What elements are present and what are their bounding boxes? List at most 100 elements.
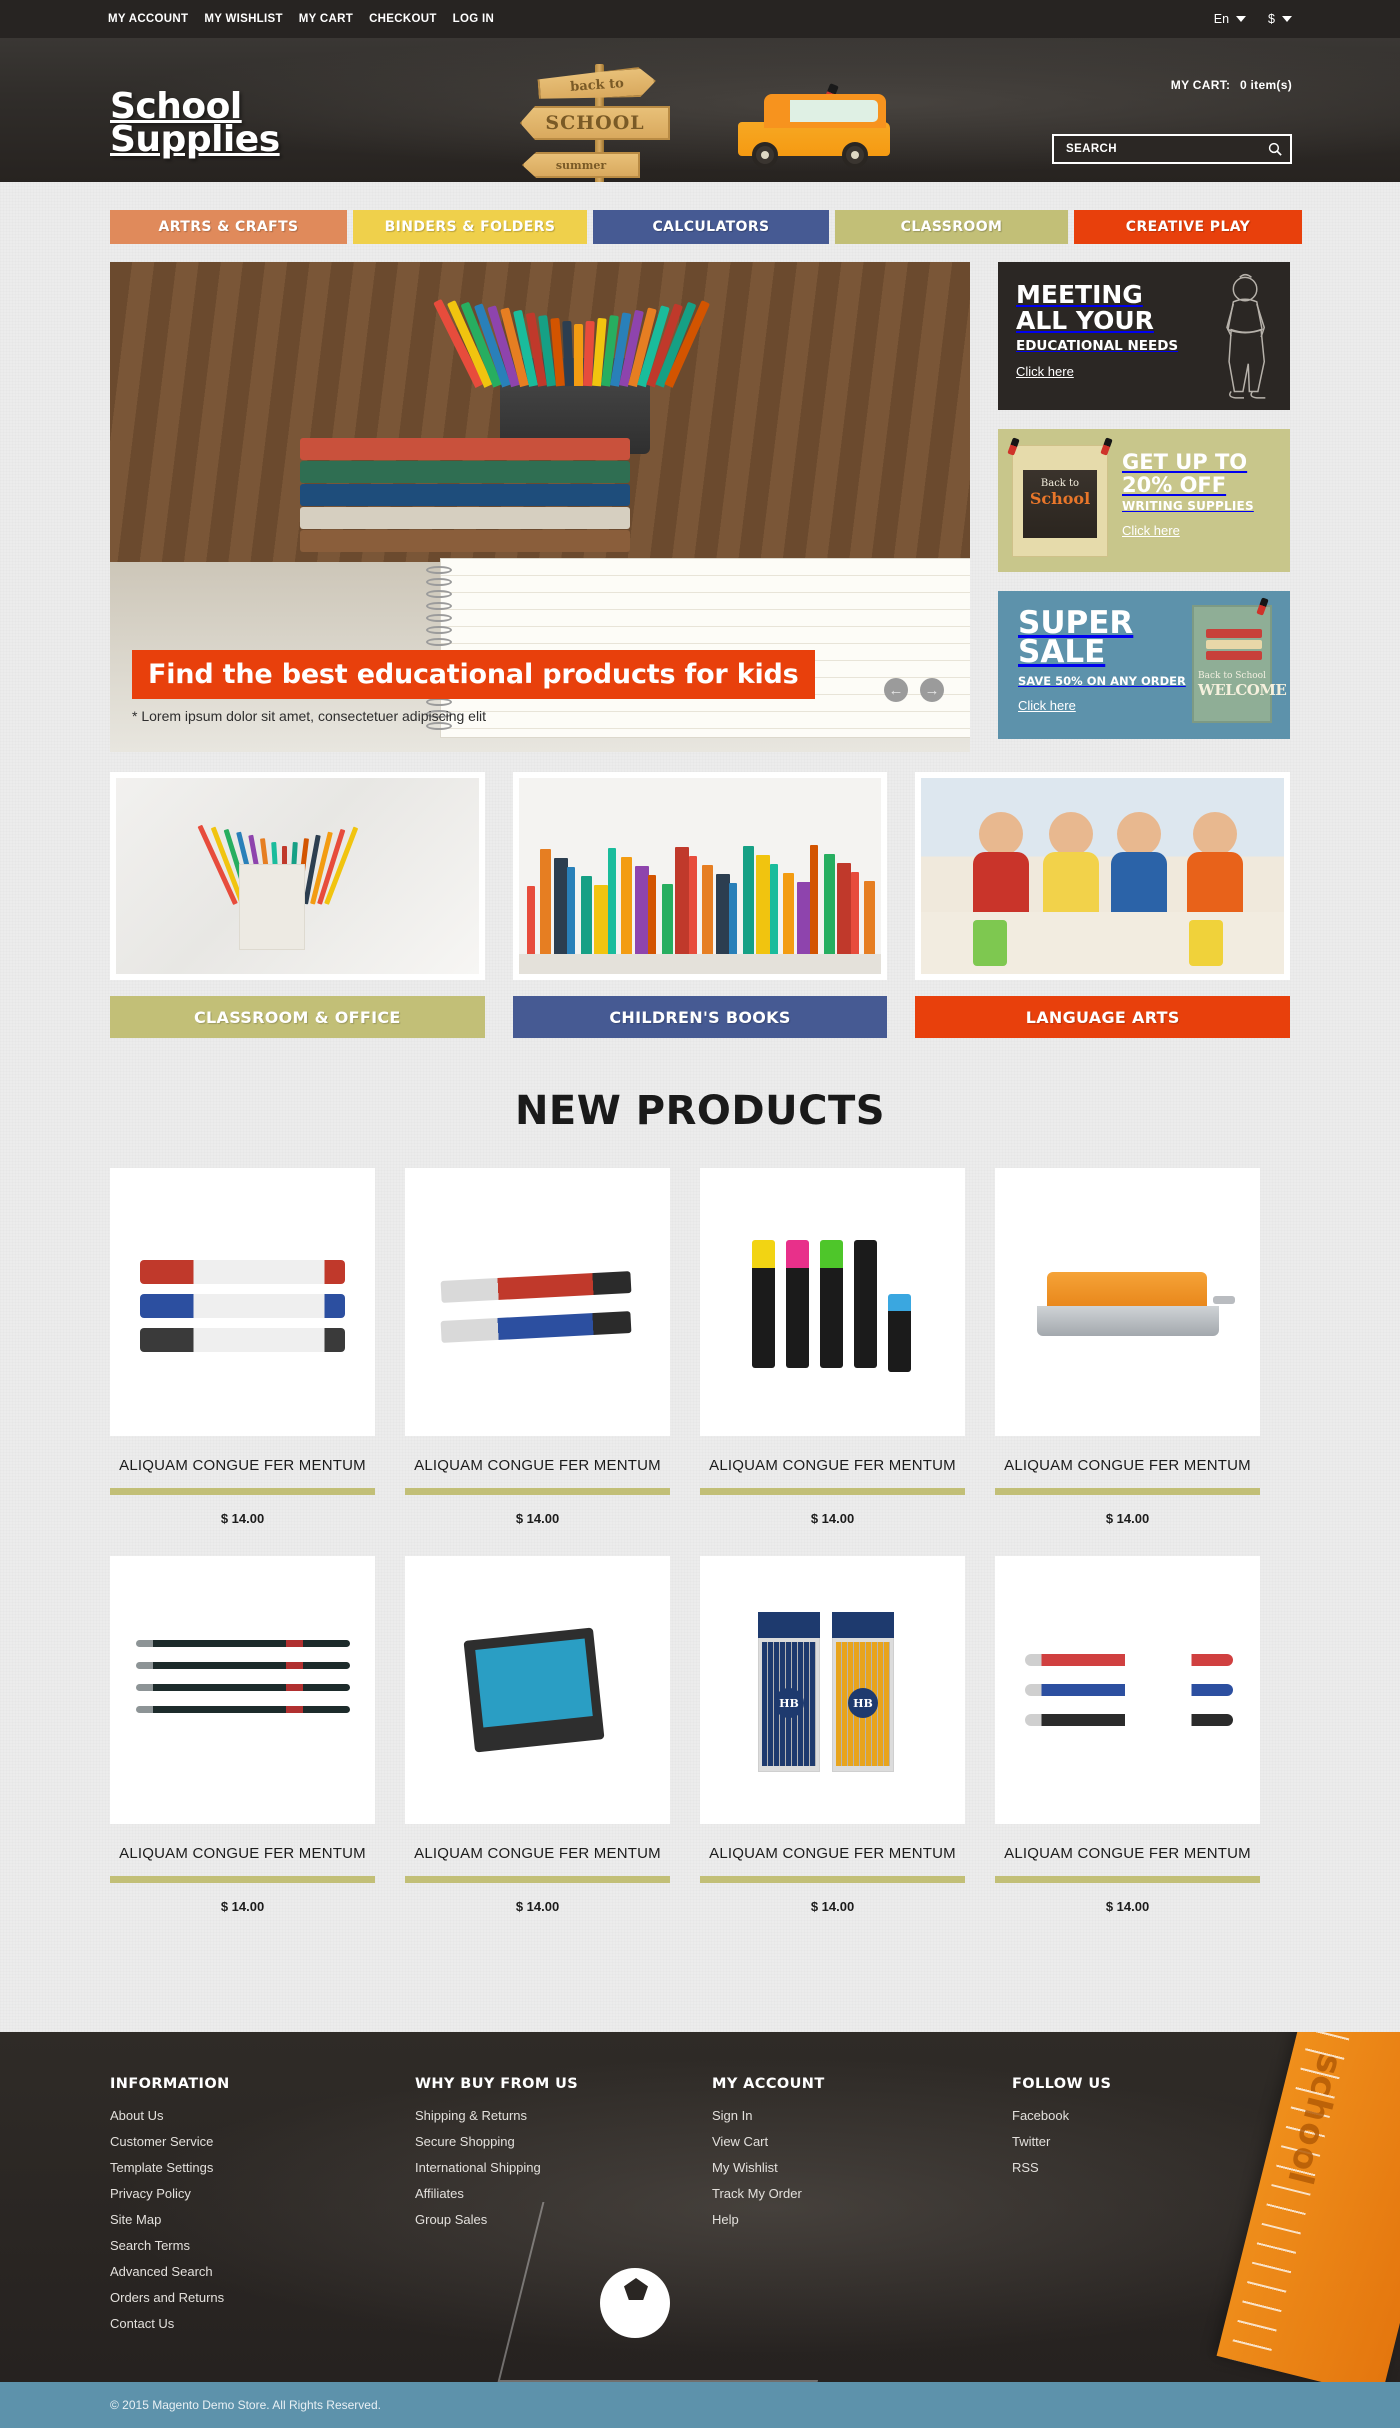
search-box[interactable] xyxy=(1052,134,1292,164)
top-link-my-cart[interactable]: MY CART xyxy=(299,13,353,25)
promo-offer-cta[interactable]: Click here xyxy=(1122,523,1180,538)
language-selector-value: En xyxy=(1213,12,1230,26)
footer-link[interactable]: RSS xyxy=(1012,2160,1290,2175)
product-name[interactable]: ALIQUAM CONGUE FER MENTUM xyxy=(700,1844,965,1863)
top-link-checkout[interactable]: CHECKOUT xyxy=(369,13,437,25)
product-card[interactable]: ALIQUAM CONGUE FER MENTUM $ 14.00 xyxy=(110,1168,375,1526)
category-tile-classroom-office[interactable]: CLASSROOM & OFFICE xyxy=(110,772,485,1038)
product-name[interactable]: ALIQUAM CONGUE FER MENTUM xyxy=(110,1844,375,1863)
nav-item-binders-folders[interactable]: BINDERS & FOLDERS xyxy=(353,210,587,244)
nav-item-creative-play[interactable]: CREATIVE PLAY xyxy=(1074,210,1302,244)
footer-column-title: MY ACCOUNT xyxy=(712,2076,825,2092)
copyright-bar: © 2015 Magento Demo Store. All Rights Re… xyxy=(0,2382,1400,2428)
promo-meeting-cta[interactable]: Click here xyxy=(1016,364,1074,379)
product-image[interactable] xyxy=(405,1556,670,1825)
category-button-childrens-books[interactable]: CHILDREN'S BOOKS xyxy=(512,996,888,1038)
promo-sale-cta[interactable]: Click here xyxy=(1018,698,1076,713)
top-utility-links: MY ACCOUNT MY WISHLIST MY CART CHECKOUT … xyxy=(108,13,494,25)
product-name[interactable]: ALIQUAM CONGUE FER MENTUM xyxy=(405,1844,670,1863)
search-input[interactable] xyxy=(1054,143,1260,155)
product-card[interactable]: ALIQUAM CONGUE FER MENTUM $ 14.00 xyxy=(405,1556,670,1914)
promo-offer-note: Back to School xyxy=(1007,437,1113,557)
product-image[interactable] xyxy=(110,1168,375,1436)
footer-link[interactable]: Customer Service xyxy=(110,2134,415,2149)
mini-cart[interactable]: MY CART: 0 item(s) xyxy=(1171,78,1292,92)
category-button-language-arts[interactable]: LANGUAGE ARTS xyxy=(915,996,1291,1038)
search-icon xyxy=(1268,142,1282,156)
pushpin-icon xyxy=(1100,437,1113,456)
footer-link[interactable]: Twitter xyxy=(1012,2134,1290,2149)
product-name[interactable]: ALIQUAM CONGUE FER MENTUM xyxy=(995,1844,1260,1863)
promo-banner-offer[interactable]: Back to School GET UP TO 20% OFF WRITING… xyxy=(998,429,1290,572)
product-image[interactable] xyxy=(995,1168,1260,1436)
category-tile-language-arts[interactable]: LANGUAGE ARTS xyxy=(915,772,1291,1038)
footer-column-title: WHY BUY FROM US xyxy=(415,2076,579,2092)
footer-link[interactable]: Site Map xyxy=(110,2212,415,2227)
top-link-log-in[interactable]: LOG IN xyxy=(453,13,494,25)
slider-prev-arrow-icon[interactable]: ← xyxy=(884,678,908,702)
footer-column-title: FOLLOW US xyxy=(1012,2076,1112,2092)
product-image[interactable] xyxy=(700,1168,965,1436)
chevron-down-icon xyxy=(1236,16,1247,22)
product-divider xyxy=(405,1876,670,1884)
product-name[interactable]: ALIQUAM CONGUE FER MENTUM xyxy=(110,1456,375,1475)
footer-column: INFORMATION About Us Customer Service Templ… xyxy=(110,2076,415,2342)
footer-link[interactable]: Advanced Search xyxy=(110,2264,415,2279)
footer-link[interactable]: Facebook xyxy=(1012,2108,1290,2123)
hero-slider[interactable]: Find the best educational products for k… xyxy=(110,262,970,752)
currency-selector[interactable]: $ xyxy=(1268,12,1292,26)
language-selector[interactable]: En xyxy=(1213,12,1247,26)
top-link-my-account[interactable]: MY ACCOUNT xyxy=(108,13,188,25)
nav-item-calculators[interactable]: CALCULATORS xyxy=(593,210,829,244)
product-name[interactable]: ALIQUAM CONGUE FER MENTUM xyxy=(995,1456,1260,1475)
nav-item-classroom[interactable]: CLASSROOM xyxy=(835,210,1068,244)
nav-item-arts-crafts[interactable]: ARTRS & CRAFTS xyxy=(110,210,347,244)
product-image[interactable] xyxy=(405,1168,670,1436)
slider-next-arrow-icon[interactable]: → xyxy=(920,678,944,702)
student-sketch-icon xyxy=(1226,273,1266,399)
product-card[interactable]: ALIQUAM CONGUE FER MENTUM $ 14.00 xyxy=(405,1168,670,1526)
footer-link[interactable]: International Shipping xyxy=(415,2160,712,2175)
footer-link[interactable]: Template Settings xyxy=(110,2160,415,2175)
top-utility-bar: MY ACCOUNT MY WISHLIST MY CART CHECKOUT … xyxy=(0,0,1400,38)
product-card[interactable]: ALIQUAM CONGUE FER MENTUM $ 14.00 xyxy=(995,1168,1260,1526)
category-tile-image xyxy=(915,772,1291,980)
promo-sale-line2: SALE xyxy=(1018,634,1106,671)
footer-link[interactable]: Track My Order xyxy=(712,2186,1012,2201)
product-card[interactable]: ALIQUAM CONGUE FER MENTUM $ 14.00 xyxy=(110,1556,375,1914)
product-name[interactable]: ALIQUAM CONGUE FER MENTUM xyxy=(405,1456,670,1475)
promo-banner-sale[interactable]: SUPER SALE SAVE 50% ON ANY ORDER Click h… xyxy=(998,591,1290,739)
promo-offer-line2: 20% OFF xyxy=(1122,472,1227,497)
slider-title: Find the best educational products for k… xyxy=(132,650,815,699)
product-image[interactable] xyxy=(110,1556,375,1825)
product-card[interactable]: ALIQUAM CONGUE FER MENTUM $ 14.00 xyxy=(700,1168,965,1526)
slider-controls: ← → xyxy=(884,678,944,702)
product-card[interactable]: ALIQUAM CONGUE FER MENTUM $ 14.00 xyxy=(995,1556,1260,1914)
footer-link[interactable]: View Cart xyxy=(712,2134,1012,2149)
category-tile-childrens-books[interactable]: CHILDREN'S BOOKS xyxy=(512,772,888,1038)
page-content: ARTRS & CRAFTS BINDERS & FOLDERS CALCULA… xyxy=(0,182,1400,2032)
site-header: School Supplies back to SCHOOL summer MY… xyxy=(0,38,1400,182)
footer-link[interactable]: About Us xyxy=(110,2108,415,2123)
top-link-my-wishlist[interactable]: MY WISHLIST xyxy=(204,13,282,25)
footer-link[interactable]: Privacy Policy xyxy=(110,2186,415,2201)
footer-link[interactable]: Secure Shopping xyxy=(415,2134,712,2149)
product-image[interactable]: HB HB xyxy=(700,1556,965,1825)
footer-link[interactable]: Search Terms xyxy=(110,2238,415,2253)
search-submit-button[interactable] xyxy=(1260,136,1290,162)
product-card[interactable]: HB HB ALIQUAM CONGUE FER MENTUM $ 14.00 xyxy=(700,1556,965,1914)
category-button-classroom-office[interactable]: CLASSROOM & OFFICE xyxy=(110,996,485,1038)
product-name[interactable]: ALIQUAM CONGUE FER MENTUM xyxy=(700,1456,965,1475)
footer-link[interactable]: My Wishlist xyxy=(712,2160,1012,2175)
footer-link[interactable]: Orders and Returns xyxy=(110,2290,415,2305)
promo-sale-card-line1: Back to School xyxy=(1198,671,1266,681)
footer-link[interactable]: Affiliates xyxy=(415,2186,712,2201)
product-image[interactable] xyxy=(995,1556,1260,1825)
site-logo[interactable]: School Supplies xyxy=(110,88,280,157)
footer-link[interactable]: Contact Us xyxy=(110,2316,415,2331)
chevron-down-icon xyxy=(1282,16,1292,22)
top-bar-selectors: En $ xyxy=(1214,12,1292,26)
footer-link[interactable]: Shipping & Returns xyxy=(415,2108,712,2123)
footer-link[interactable]: Sign In xyxy=(712,2108,1012,2123)
promo-banner-meeting[interactable]: MEETING ALL YOUR EDUCATIONAL NEEDS Click… xyxy=(998,262,1290,410)
